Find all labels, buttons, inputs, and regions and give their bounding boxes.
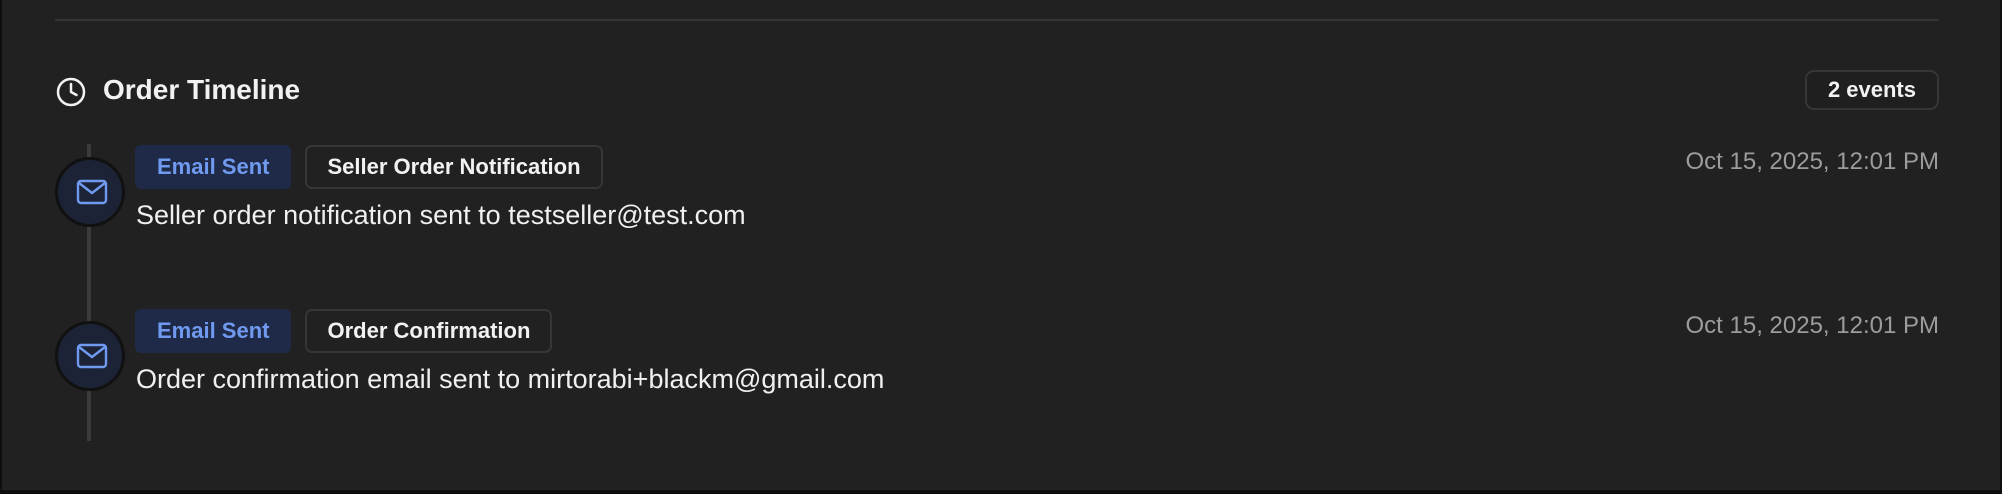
clock-icon	[56, 77, 86, 107]
event-description: Seller order notification sent to testse…	[136, 200, 746, 230]
timeline-title: Order Timeline	[103, 74, 301, 105]
section-divider	[55, 19, 1939, 21]
timeline-event: Email Sent Seller Order Notification Sell…	[55, 145, 1939, 245]
event-name-badge: Order Confirmation	[305, 309, 553, 353]
mail-icon	[55, 321, 125, 391]
event-description: Order confirmation email sent to mirtora…	[136, 364, 885, 394]
event-timestamp: Oct 15, 2025, 12:01 PM	[1685, 148, 1940, 175]
event-count-badge: 2 events	[1804, 70, 1939, 110]
event-type-badge: Email Sent	[135, 145, 292, 189]
timeline-event: Email Sent Order Confirmation Order confi…	[55, 309, 1939, 409]
order-timeline-panel: Order Timeline 2 events Email Sent Seller…	[0, 0, 2002, 492]
event-timestamp: Oct 15, 2025, 12:01 PM	[1685, 312, 1940, 339]
mail-icon	[55, 157, 125, 227]
timeline-header: Order Timeline 2 events	[55, 68, 1939, 114]
event-type-badge: Email Sent	[135, 309, 292, 353]
event-name-badge: Seller Order Notification	[305, 145, 603, 189]
